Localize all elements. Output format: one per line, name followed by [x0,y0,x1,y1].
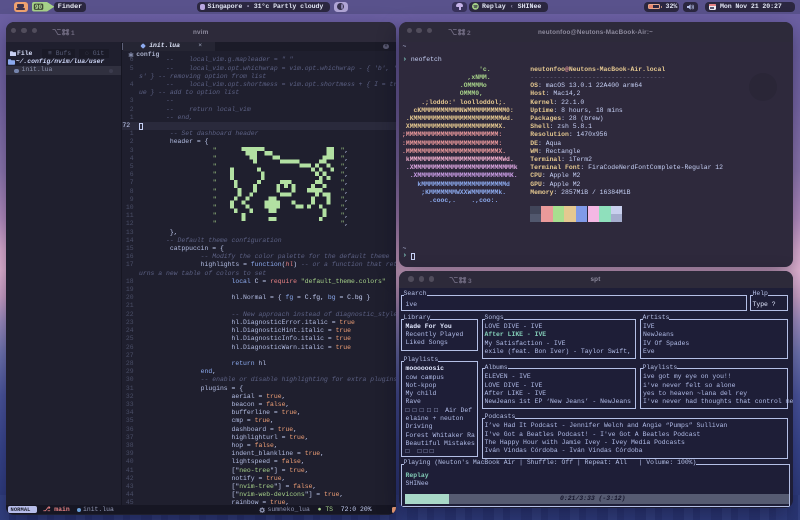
svg-text:90: 90 [34,4,42,11]
